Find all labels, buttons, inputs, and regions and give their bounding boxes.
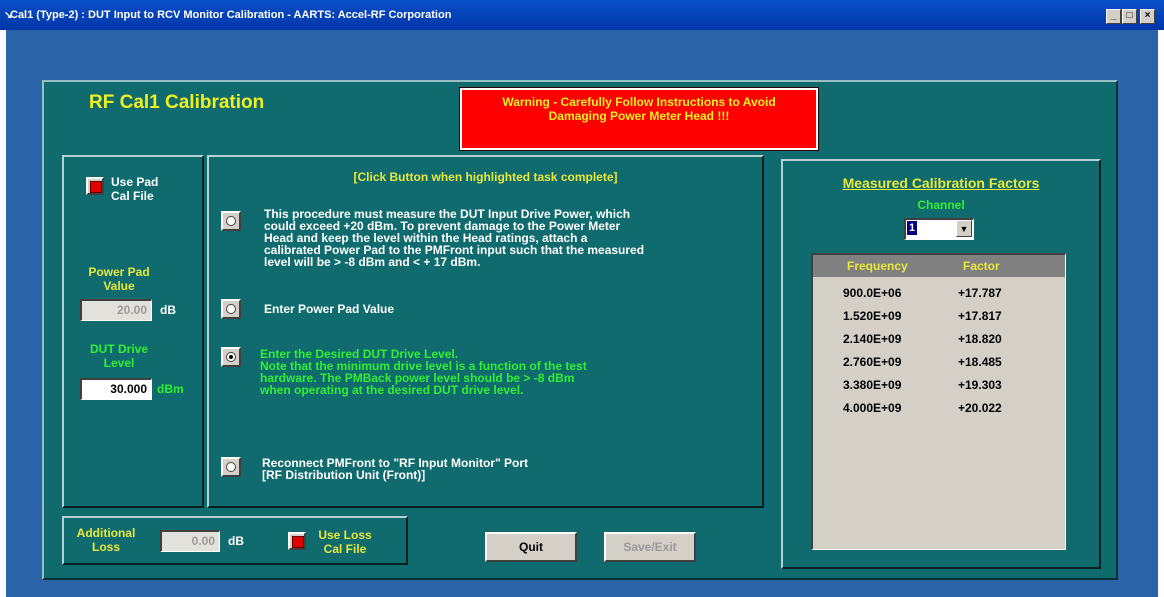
use-loss-cal-file-checkbox[interactable] bbox=[288, 532, 306, 550]
channel-label: Channel bbox=[917, 198, 965, 212]
column-header-factor: Factor bbox=[963, 259, 1000, 273]
calibration-title: Measured Calibration Factors bbox=[842, 175, 1040, 191]
instructions-header: [Click Button when highlighted task comp… bbox=[353, 170, 618, 184]
chevron-down-icon[interactable]: ▼ bbox=[956, 220, 972, 237]
power-pad-value-field: 20.00 bbox=[80, 299, 152, 321]
table-row-2-frequency: 1.520E+09 bbox=[843, 309, 902, 323]
warning-line-2: Damaging Power Meter Head !!! bbox=[548, 109, 730, 123]
step-2-radio-button[interactable] bbox=[221, 299, 241, 319]
table-row-1-factor: +17.787 bbox=[958, 286, 1002, 300]
column-header-frequency: Frequency bbox=[847, 259, 908, 273]
dut-drive-level-input[interactable]: 30.000 bbox=[80, 378, 152, 400]
table-row-5-frequency: 3.380E+09 bbox=[843, 378, 902, 392]
warning-line-1: Warning - Carefully Follow Instructions … bbox=[502, 95, 776, 109]
minimize-button[interactable]: _ bbox=[1106, 9, 1121, 24]
checkbox-checked-mark bbox=[90, 181, 102, 193]
step-2-text: Enter Power Pad Value bbox=[264, 302, 395, 316]
table-row-4-frequency: 2.760E+09 bbox=[843, 355, 902, 369]
table-row-1-frequency: 900.0E+06 bbox=[843, 286, 902, 300]
radio-circle bbox=[226, 216, 236, 226]
step-4-radio-button[interactable] bbox=[221, 457, 241, 477]
dut-drive-unit: dBm bbox=[157, 382, 184, 396]
quit-button[interactable]: Quit bbox=[485, 532, 577, 562]
additional-loss-field: 0.00 bbox=[160, 530, 220, 552]
radio-selected-dot bbox=[226, 352, 236, 362]
window-title: Cal1 (Type-2) : DUT Input to RCV Monitor… bbox=[10, 9, 452, 21]
left-panel bbox=[62, 155, 204, 508]
maximize-button[interactable]: □ bbox=[1122, 9, 1137, 24]
step-1-text: This procedure must measure the DUT Inpu… bbox=[264, 207, 645, 269]
step-4-text: Reconnect PMFront to "RF Input Monitor" … bbox=[262, 456, 529, 482]
table-row-6-factor: +20.022 bbox=[958, 401, 1002, 415]
table-row-4-factor: +18.485 bbox=[958, 355, 1002, 369]
title-bar: ↘ Cal1 (Type-2) : DUT Input to RCV Monit… bbox=[0, 0, 1164, 30]
table-row-2-factor: +17.817 bbox=[958, 309, 1002, 323]
table-row-3-factor: +18.820 bbox=[958, 332, 1002, 346]
power-pad-label: Power Pad Value bbox=[88, 265, 150, 293]
table-row-5-factor: +19.303 bbox=[958, 378, 1002, 392]
additional-loss-unit: dB bbox=[228, 534, 244, 548]
radio-circle bbox=[226, 462, 236, 472]
additional-loss-label: Additional Loss bbox=[76, 526, 136, 554]
table-row-3-frequency: 2.140E+09 bbox=[843, 332, 902, 346]
calibration-table: Frequency Factor 900.0E+06 +17.787 1.520… bbox=[811, 253, 1066, 550]
channel-select[interactable]: 1 ▼ bbox=[904, 218, 974, 240]
table-row-6-frequency: 4.000E+09 bbox=[843, 401, 902, 415]
channel-selected-value: 1 bbox=[907, 221, 917, 235]
use-pad-cal-file-checkbox[interactable] bbox=[86, 177, 104, 195]
dut-drive-label: DUT Drive Level bbox=[89, 342, 148, 370]
warning-banner: Warning - Carefully Follow Instructions … bbox=[459, 87, 819, 151]
radio-circle bbox=[226, 304, 236, 314]
power-pad-unit: dB bbox=[160, 303, 176, 317]
save-exit-button: Save/Exit bbox=[604, 532, 696, 562]
step-3-radio-button[interactable] bbox=[221, 347, 241, 367]
page-title: RF Cal1 Calibration bbox=[89, 92, 265, 113]
use-loss-cal-file-label: Use Loss Cal File bbox=[318, 528, 372, 556]
checkbox-checked-mark bbox=[292, 536, 304, 548]
step-1-radio-button[interactable] bbox=[221, 211, 241, 231]
use-pad-cal-file-label: Use Pad Cal File bbox=[111, 175, 159, 203]
step-3-text: Enter the Desired DUT Drive Level. Note … bbox=[260, 347, 587, 397]
close-button[interactable]: × bbox=[1140, 9, 1155, 24]
table-header: Frequency Factor bbox=[813, 255, 1065, 277]
